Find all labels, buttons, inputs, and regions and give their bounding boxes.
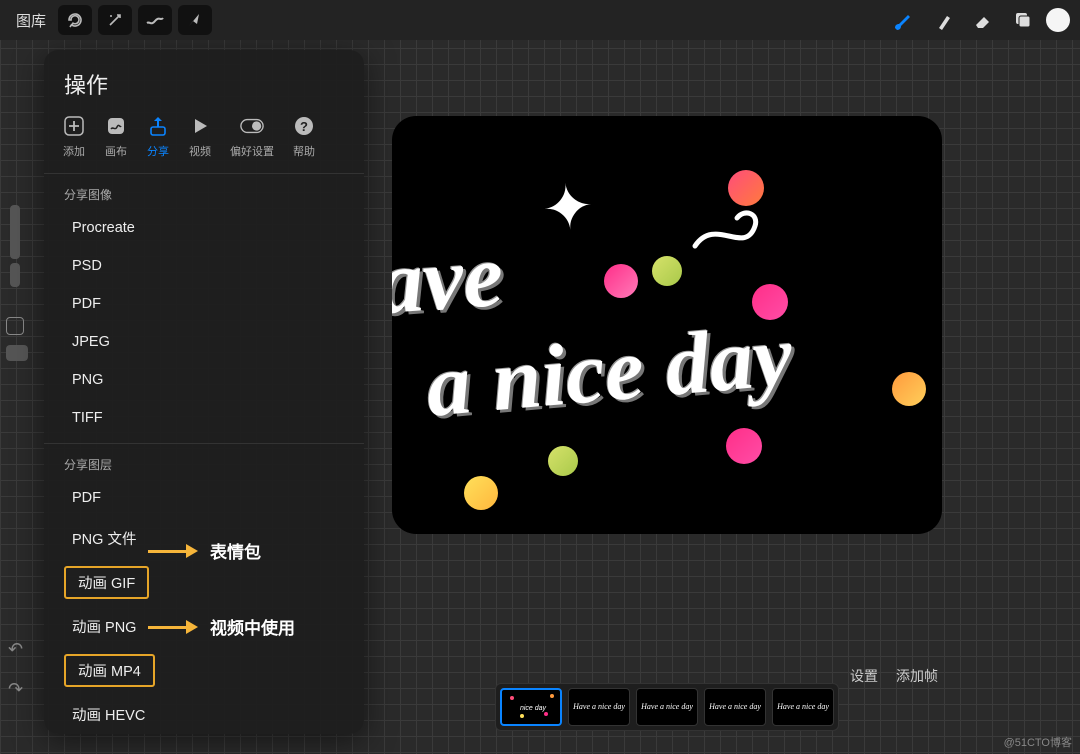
frame-thumb[interactable]: Have a nice day xyxy=(772,688,834,726)
confetti-dot xyxy=(726,428,762,464)
confetti-dot xyxy=(548,446,578,476)
plus-icon xyxy=(62,114,86,138)
tab-add[interactable]: 添加 xyxy=(62,114,86,159)
redo-icon[interactable]: ↷ xyxy=(8,679,23,700)
layers-icon[interactable] xyxy=(1006,5,1040,35)
gallery-button[interactable]: 图库 xyxy=(10,5,52,35)
format-pdf[interactable]: PDF xyxy=(44,285,364,323)
tab-help[interactable]: ? 帮助 xyxy=(292,114,316,159)
brush-icon[interactable] xyxy=(886,5,920,35)
arrow-icon xyxy=(148,546,198,556)
help-icon: ? xyxy=(292,114,316,138)
sparkle-icon: ✦ xyxy=(538,168,597,246)
format-png[interactable]: PNG xyxy=(44,361,364,399)
eraser-icon[interactable] xyxy=(966,5,1000,35)
share-icon xyxy=(146,114,170,138)
timeline-add-frame[interactable]: 添加帧 xyxy=(896,666,938,686)
format-procreate[interactable]: Procreate xyxy=(44,209,364,247)
confetti-dot xyxy=(892,372,926,406)
toggle-icon xyxy=(240,114,264,138)
color-swatch[interactable] xyxy=(1046,8,1070,32)
format-anim-mp4[interactable]: 动画 MP4 xyxy=(64,654,155,687)
artwork-text-1: ave xyxy=(392,224,506,335)
tab-prefs[interactable]: 偏好设置 xyxy=(230,114,274,159)
format-jpeg[interactable]: JPEG xyxy=(44,323,364,361)
adjust-icon[interactable] xyxy=(58,5,92,35)
frame-thumb[interactable]: nice day xyxy=(500,688,562,726)
timeline-settings[interactable]: 设置 xyxy=(850,666,878,686)
format-anim-gif[interactable]: 动画 GIF xyxy=(64,566,149,599)
confetti-dot xyxy=(464,476,498,510)
top-toolbar: 图库 xyxy=(0,0,1080,40)
canvas-preview[interactable]: ✦ ave a nice day xyxy=(392,116,942,534)
canvas-icon xyxy=(104,114,128,138)
frame-thumb[interactable]: Have a nice day xyxy=(704,688,766,726)
select-icon[interactable] xyxy=(138,5,172,35)
frame-strip: nice day Have a nice day Have a nice day… xyxy=(495,683,839,731)
section-share-layer: 分享图层 xyxy=(44,443,364,479)
modifier-button[interactable] xyxy=(6,317,24,335)
move-icon[interactable] xyxy=(178,5,212,35)
format-tiff[interactable]: TIFF xyxy=(44,399,364,437)
frame-thumb[interactable]: Have a nice day xyxy=(568,688,630,726)
tab-canvas[interactable]: 画布 xyxy=(104,114,128,159)
play-icon xyxy=(188,114,212,138)
format-layer-pdf[interactable]: PDF xyxy=(44,479,364,517)
svg-text:?: ? xyxy=(300,119,308,134)
actions-tabs: 添加 画布 分享 视频 偏好设置 ? 帮助 xyxy=(44,110,364,167)
swirl-icon xyxy=(690,196,770,256)
tab-share[interactable]: 分享 xyxy=(146,114,170,159)
panel-title: 操作 xyxy=(44,68,364,110)
confetti-dot xyxy=(604,264,638,298)
annotation-mp4: 视频中使用 xyxy=(148,614,295,639)
confetti-dot xyxy=(652,256,682,286)
format-psd[interactable]: PSD xyxy=(44,247,364,285)
section-share-image: 分享图像 xyxy=(44,173,364,209)
smudge-icon[interactable] xyxy=(926,5,960,35)
left-slider-rail[interactable] xyxy=(2,205,28,361)
frame-thumb[interactable]: Have a nice day xyxy=(636,688,698,726)
watermark: @51CTO博客 xyxy=(1004,734,1072,750)
arrow-icon xyxy=(148,622,198,632)
tab-video[interactable]: 视频 xyxy=(188,114,212,159)
svg-text:nice day: nice day xyxy=(520,705,547,712)
annotation-gif: 表情包 xyxy=(148,538,261,563)
format-anim-hevc[interactable]: 动画 HEVC xyxy=(44,693,364,734)
wand-icon[interactable] xyxy=(98,5,132,35)
animation-timeline: 设置 添加帧 nice day Have a nice day Have a n… xyxy=(392,670,942,734)
undo-icon[interactable]: ↶ xyxy=(8,639,23,660)
